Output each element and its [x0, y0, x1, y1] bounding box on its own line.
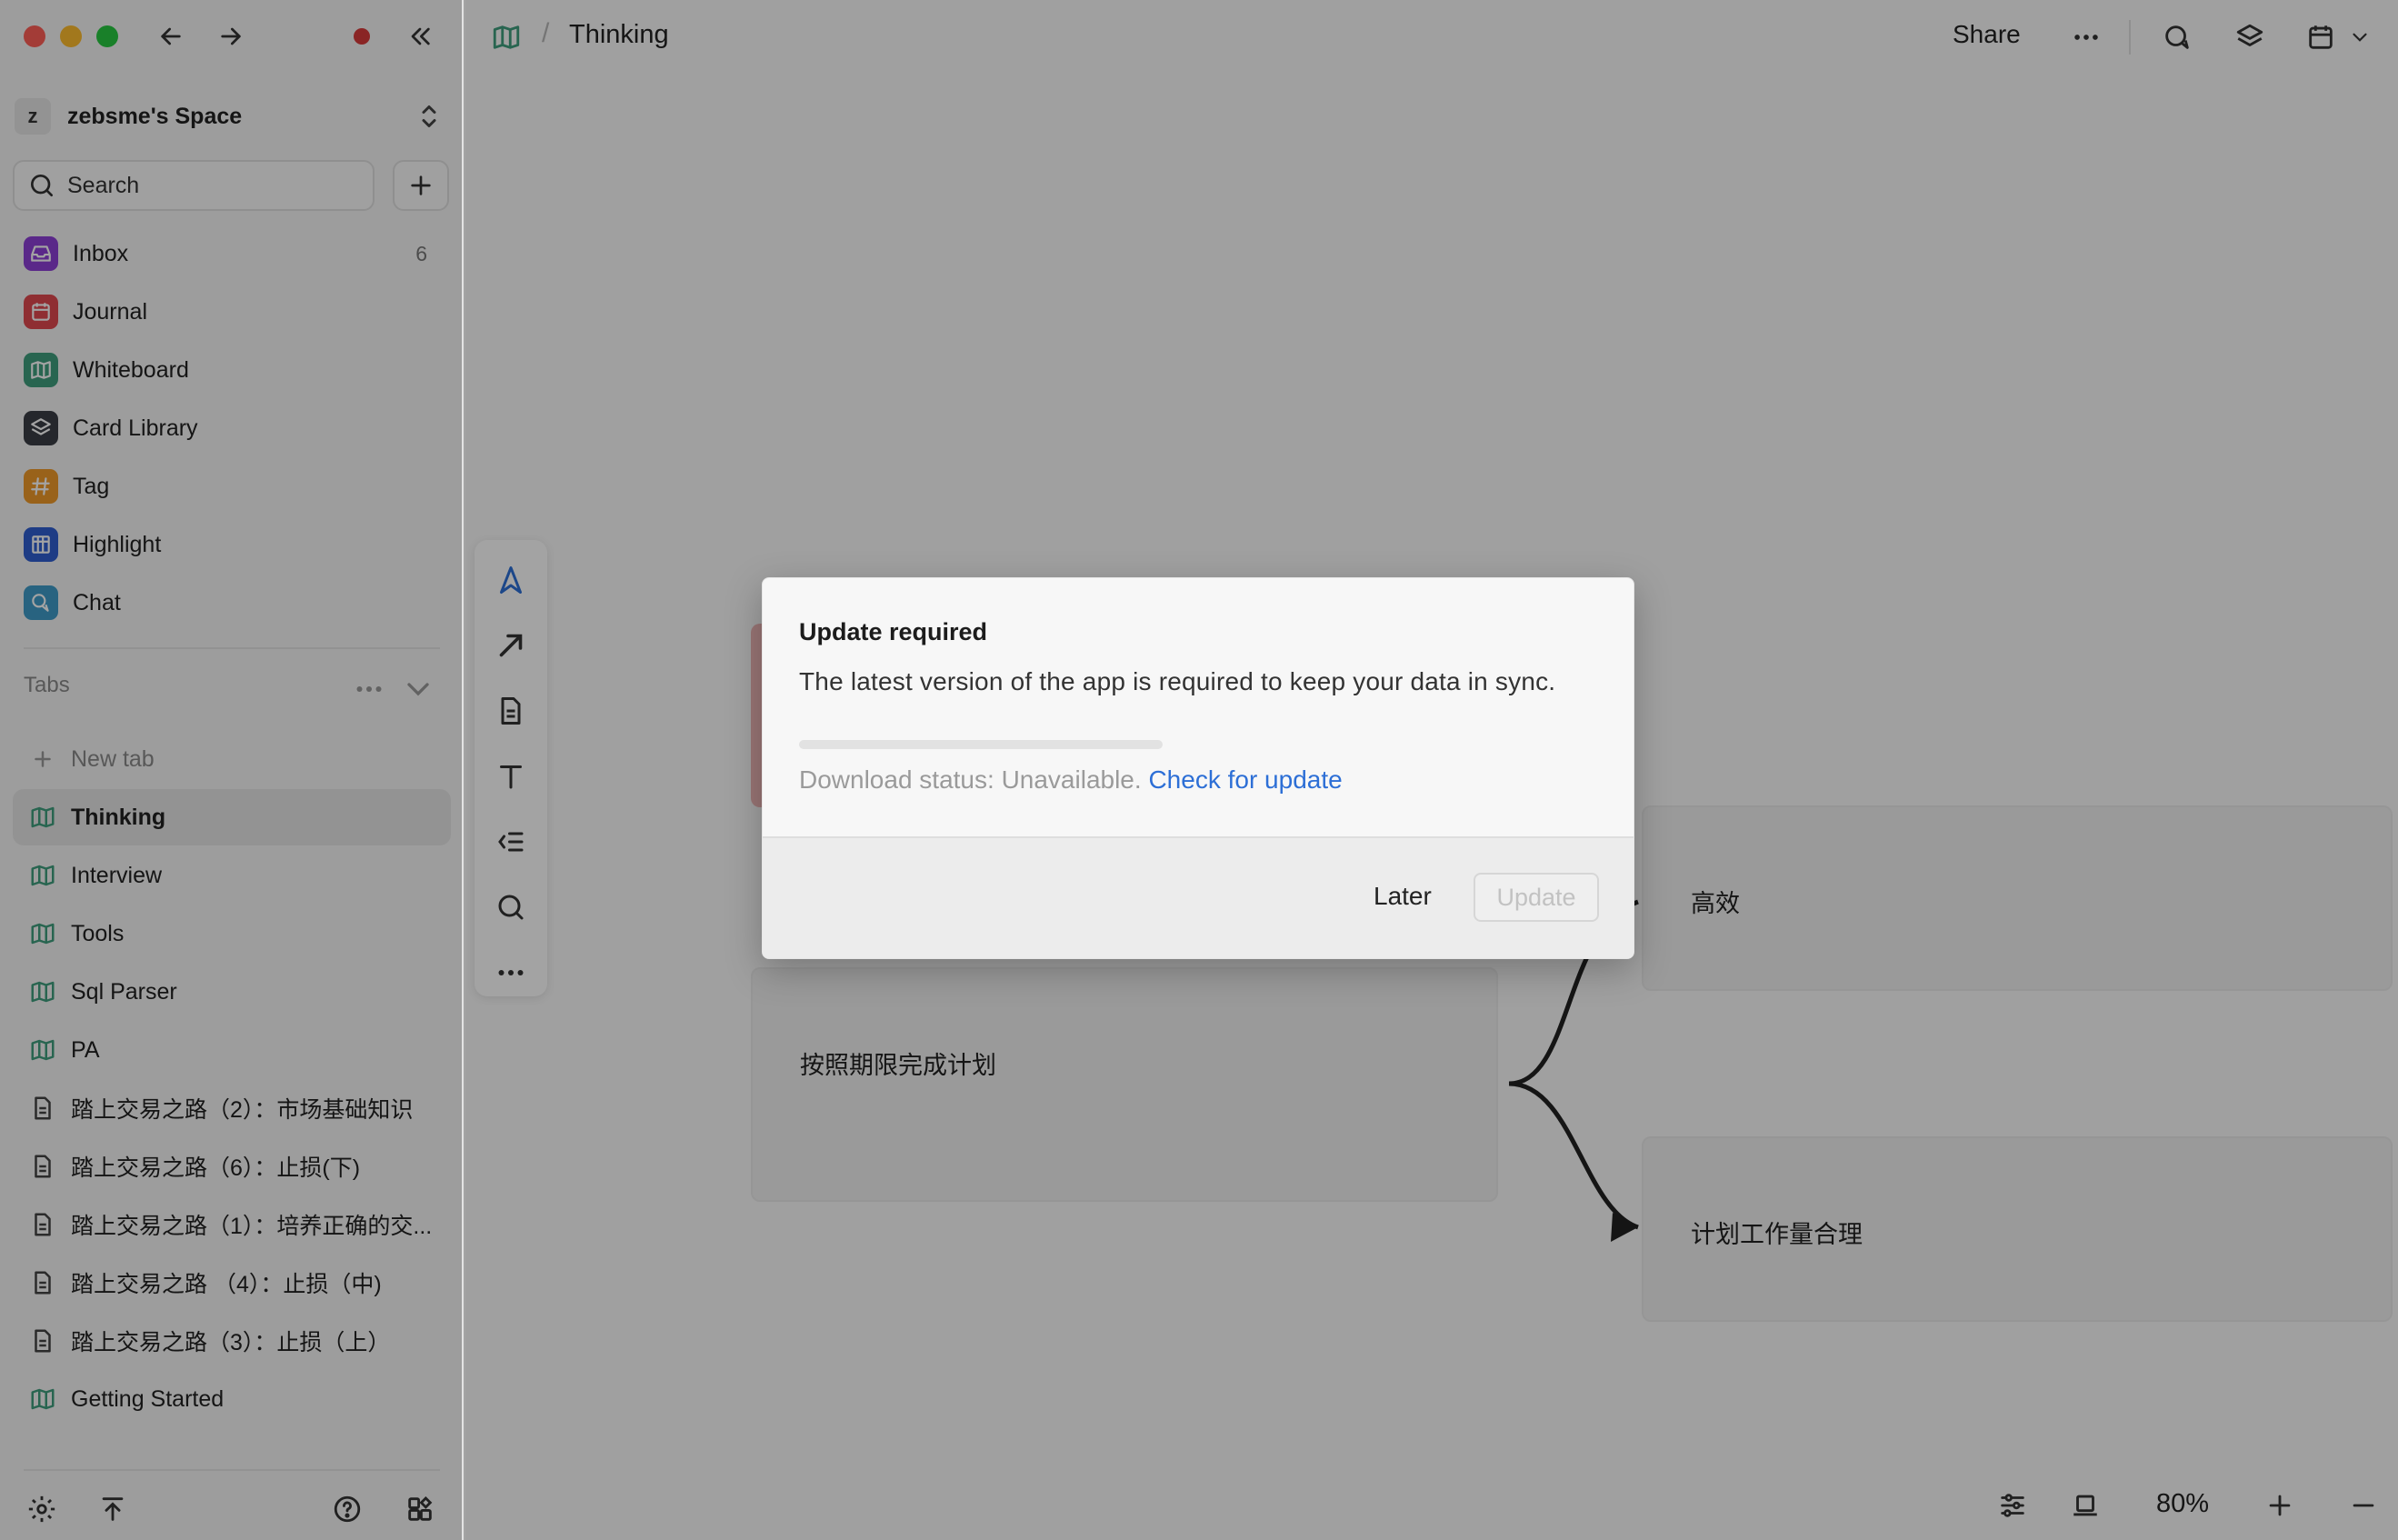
back-arrow-icon[interactable] [151, 16, 191, 56]
download-status-text: Download status: Unavailable. [799, 765, 1142, 794]
download-status: Download status: Unavailable. Check for … [799, 765, 1343, 795]
sidebar-item-chat[interactable]: Chat [13, 577, 451, 628]
tab-label: Getting Started [71, 1385, 225, 1412]
sidebar-item-label: Journal [73, 298, 147, 325]
tab-item-thinking[interactable]: Thinking [13, 789, 451, 845]
space-switcher[interactable]: z zebsme's Space [15, 96, 445, 136]
tab-label: Sql Parser [71, 978, 177, 1005]
hash-icon [24, 469, 58, 504]
sidebar-item-label: Whiteboard [73, 356, 189, 383]
tab-item-sql-parser[interactable]: Sql Parser [13, 964, 451, 1020]
inbox-icon [24, 236, 58, 271]
map-icon [31, 1388, 55, 1410]
sidebar-item-label: Tag [73, 473, 110, 499]
chevron-down-icon[interactable] [400, 671, 436, 707]
add-button[interactable] [393, 160, 449, 211]
search-label: Search [67, 172, 140, 198]
sidebar-item-card-library[interactable]: Card Library [13, 403, 451, 454]
tabs-section-title: Tabs [24, 673, 70, 697]
check-for-update-link[interactable]: Check for update [1148, 765, 1342, 794]
collapse-sidebar-icon[interactable] [400, 16, 440, 56]
update-button[interactable]: Update [1474, 873, 1599, 922]
tab-item-tools[interactable]: Tools [13, 905, 451, 962]
chevron-up-down-icon [422, 105, 436, 127]
tab-item-doc-1[interactable]: 踏上交易之路（1）：培养正确的交... [13, 1196, 451, 1253]
apps-grid-icon[interactable] [400, 1489, 440, 1529]
tab-item-pa[interactable]: PA [13, 1022, 451, 1078]
map-icon [31, 806, 55, 828]
later-button[interactable]: Later [1374, 882, 1432, 911]
recording-indicator[interactable] [354, 28, 370, 45]
document-icon [35, 1096, 51, 1120]
document-icon [35, 1329, 51, 1353]
window-close-button[interactable] [24, 25, 45, 47]
more-horizontal-icon[interactable] [351, 673, 387, 705]
map-icon [24, 353, 58, 387]
help-icon[interactable] [327, 1489, 367, 1529]
dialog-footer: Later Update [763, 836, 1634, 958]
settings-gear-icon[interactable] [22, 1489, 62, 1529]
sidebar-item-label: Card Library [73, 415, 198, 441]
tab-label: Thinking [71, 804, 166, 830]
map-icon [31, 923, 55, 945]
tab-label: 踏上交易之路 （4）：止损（中) [71, 1272, 382, 1297]
new-tab-button[interactable]: New tab [13, 731, 451, 787]
divider [24, 647, 440, 649]
download-progress-bar [799, 740, 1163, 749]
sidebar-item-whiteboard[interactable]: Whiteboard [13, 345, 451, 395]
window-zoom-button[interactable] [96, 25, 118, 47]
map-icon [31, 1039, 55, 1061]
sidebar-item-label: Highlight [73, 531, 162, 557]
tab-item-doc-2[interactable]: 踏上交易之路（2）：市场基础知识 [13, 1080, 451, 1136]
dialog-message: The latest version of the app is require… [799, 667, 1556, 695]
dialog-title: Update required [799, 618, 988, 645]
sidebar-item-journal[interactable]: Journal [13, 286, 451, 337]
sidebar-item-inbox[interactable]: Inbox 6 [13, 228, 451, 279]
sidebar-item-label: Inbox [73, 240, 129, 266]
map-icon [31, 981, 55, 1003]
forward-arrow-icon[interactable] [211, 16, 251, 56]
update-dialog: Update required The latest version of th… [762, 577, 1634, 959]
tab-label: Interview [71, 862, 163, 888]
tab-label: 踏上交易之路（3）：止损（上） [71, 1330, 391, 1355]
tab-item-doc-4[interactable]: 踏上交易之路 （4）：止损（中) [13, 1255, 451, 1311]
chat-icon [24, 585, 58, 620]
tab-label: PA [71, 1036, 100, 1063]
plus-icon [35, 751, 51, 767]
tab-label: 踏上交易之路（6）：止损(下) [71, 1155, 361, 1181]
inbox-count-badge: 6 [415, 241, 427, 265]
tab-item-doc-3[interactable]: 踏上交易之路（3）：止损（上） [13, 1313, 451, 1369]
map-icon [31, 865, 55, 886]
document-icon [35, 1271, 51, 1295]
search-icon [31, 175, 53, 196]
document-icon [35, 1155, 51, 1178]
sidebar: z zebsme's Space Search Inbox 6 Journal … [0, 0, 464, 1540]
tab-item-interview[interactable]: Interview [13, 847, 451, 904]
sidebar-item-highlight[interactable]: Highlight [13, 519, 451, 570]
divider [24, 1469, 440, 1471]
tab-item-doc-6[interactable]: 踏上交易之路（6）：止损(下) [13, 1138, 451, 1195]
highlight-icon [24, 527, 58, 562]
document-icon [35, 1213, 51, 1236]
sidebar-item-label: Chat [73, 589, 121, 615]
tab-label: Tools [71, 920, 125, 946]
calendar-icon [24, 295, 58, 329]
space-name: zebsme's Space [67, 103, 243, 129]
plus-icon [411, 175, 431, 195]
upload-icon[interactable] [93, 1489, 133, 1529]
window-minimize-button[interactable] [60, 25, 82, 47]
sidebar-item-tag[interactable]: Tag [13, 461, 451, 512]
tab-label: 踏上交易之路（2）：市场基础知识 [71, 1097, 414, 1123]
space-avatar: z [15, 98, 51, 135]
tab-label: 踏上交易之路（1）：培养正确的交... [71, 1214, 433, 1239]
layers-icon [24, 411, 58, 445]
new-tab-label: New tab [71, 745, 155, 772]
search-input[interactable]: Search [13, 160, 375, 211]
tab-item-getting-started[interactable]: Getting Started [13, 1371, 451, 1427]
